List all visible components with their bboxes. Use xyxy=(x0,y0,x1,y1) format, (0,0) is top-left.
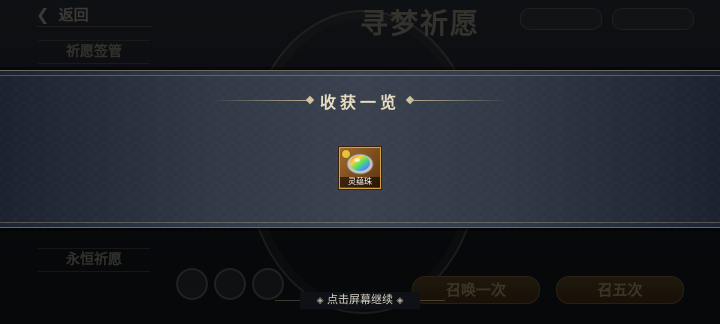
panel-title-row: 收获一览 xyxy=(0,89,720,113)
title-divider-right xyxy=(410,100,510,101)
continue-hint-row[interactable]: ◈ 点击屏幕继续 ◈ xyxy=(0,292,720,309)
panel-title: 收获一览 xyxy=(319,93,400,112)
continue-hint-text: 点击屏幕继续 xyxy=(327,293,393,306)
diamond-bullet-icon: ◈ xyxy=(396,296,404,306)
reward-item-name: 灵蕴珠 xyxy=(340,177,380,187)
diamond-bullet-icon: ◈ xyxy=(316,296,324,306)
rainbow-gem-icon xyxy=(346,153,374,175)
reward-item-slot[interactable]: 灵蕴珠 xyxy=(339,147,381,189)
title-divider-left xyxy=(210,100,310,101)
continue-hint: ◈ 点击屏幕继续 ◈ xyxy=(300,292,420,309)
reward-panel: 收获一览 灵蕴珠 xyxy=(0,70,720,228)
